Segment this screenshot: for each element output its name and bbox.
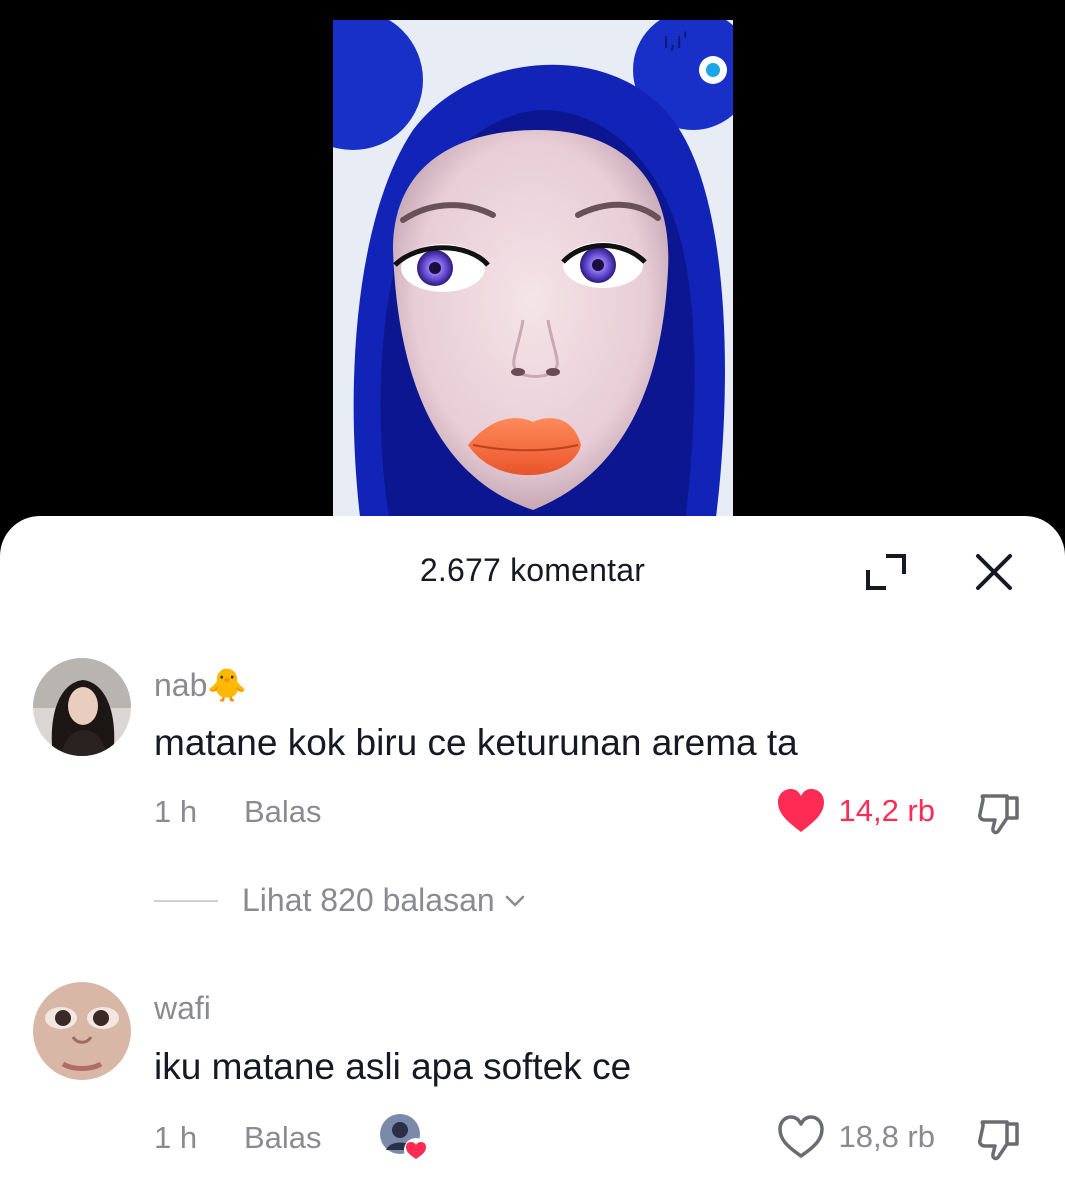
chevron-down-icon xyxy=(505,895,524,906)
video-thumbnail[interactable]: ı,ı' xyxy=(333,20,733,540)
comments-header: 2.677 komentar xyxy=(0,516,1065,626)
like-button[interactable]: 18,8 rb xyxy=(776,1114,935,1160)
expand-button[interactable] xyxy=(862,548,910,596)
video-player[interactable]: ı,ı' xyxy=(0,0,1065,540)
dislike-button[interactable] xyxy=(975,1116,1023,1164)
expand-icon xyxy=(866,554,906,590)
view-replies-button[interactable]: Lihat 820 balasan xyxy=(154,882,529,919)
comment-text: matane kok biru ce keturunan arema ta xyxy=(154,722,798,763)
like-count: 14,2 rb xyxy=(838,793,935,828)
avatar-image xyxy=(33,982,131,1080)
reply-button[interactable]: Balas xyxy=(244,794,322,830)
svg-text:ı,ı': ı,ı' xyxy=(663,29,688,54)
comment-text: iku matane asli apa softek ce xyxy=(154,1046,632,1087)
like-count: 18,8 rb xyxy=(838,1119,935,1154)
comments-sheet: 2.677 komentar nab🐥 matane kok biru ce k… xyxy=(0,516,1065,1200)
close-icon xyxy=(976,554,1012,590)
liked-by-creator-badge xyxy=(378,1112,430,1164)
avatar[interactable] xyxy=(33,982,131,1080)
avatar[interactable] xyxy=(33,658,131,756)
divider-line xyxy=(154,899,218,902)
dislike-button[interactable] xyxy=(975,790,1023,838)
view-replies-label: Lihat 820 balasan xyxy=(242,882,495,918)
heart-outline-icon xyxy=(778,1115,825,1158)
comment-username[interactable]: wafi xyxy=(154,990,211,1027)
video-image: ı,ı' xyxy=(333,20,733,540)
comment-username[interactable]: nab🐥 xyxy=(154,666,247,704)
comment-time: 1 h xyxy=(154,794,198,829)
reply-button[interactable]: Balas xyxy=(244,1120,322,1156)
creator-avatar-heart-icon xyxy=(380,1114,428,1162)
close-button[interactable] xyxy=(970,548,1018,596)
thumbs-down-icon xyxy=(978,1120,1019,1161)
heart-filled-icon xyxy=(778,789,825,832)
like-button[interactable]: 14,2 rb xyxy=(776,788,935,834)
avatar-image xyxy=(33,658,131,756)
thumbs-down-icon xyxy=(978,794,1019,835)
comment-time: 1 h xyxy=(154,1120,198,1155)
